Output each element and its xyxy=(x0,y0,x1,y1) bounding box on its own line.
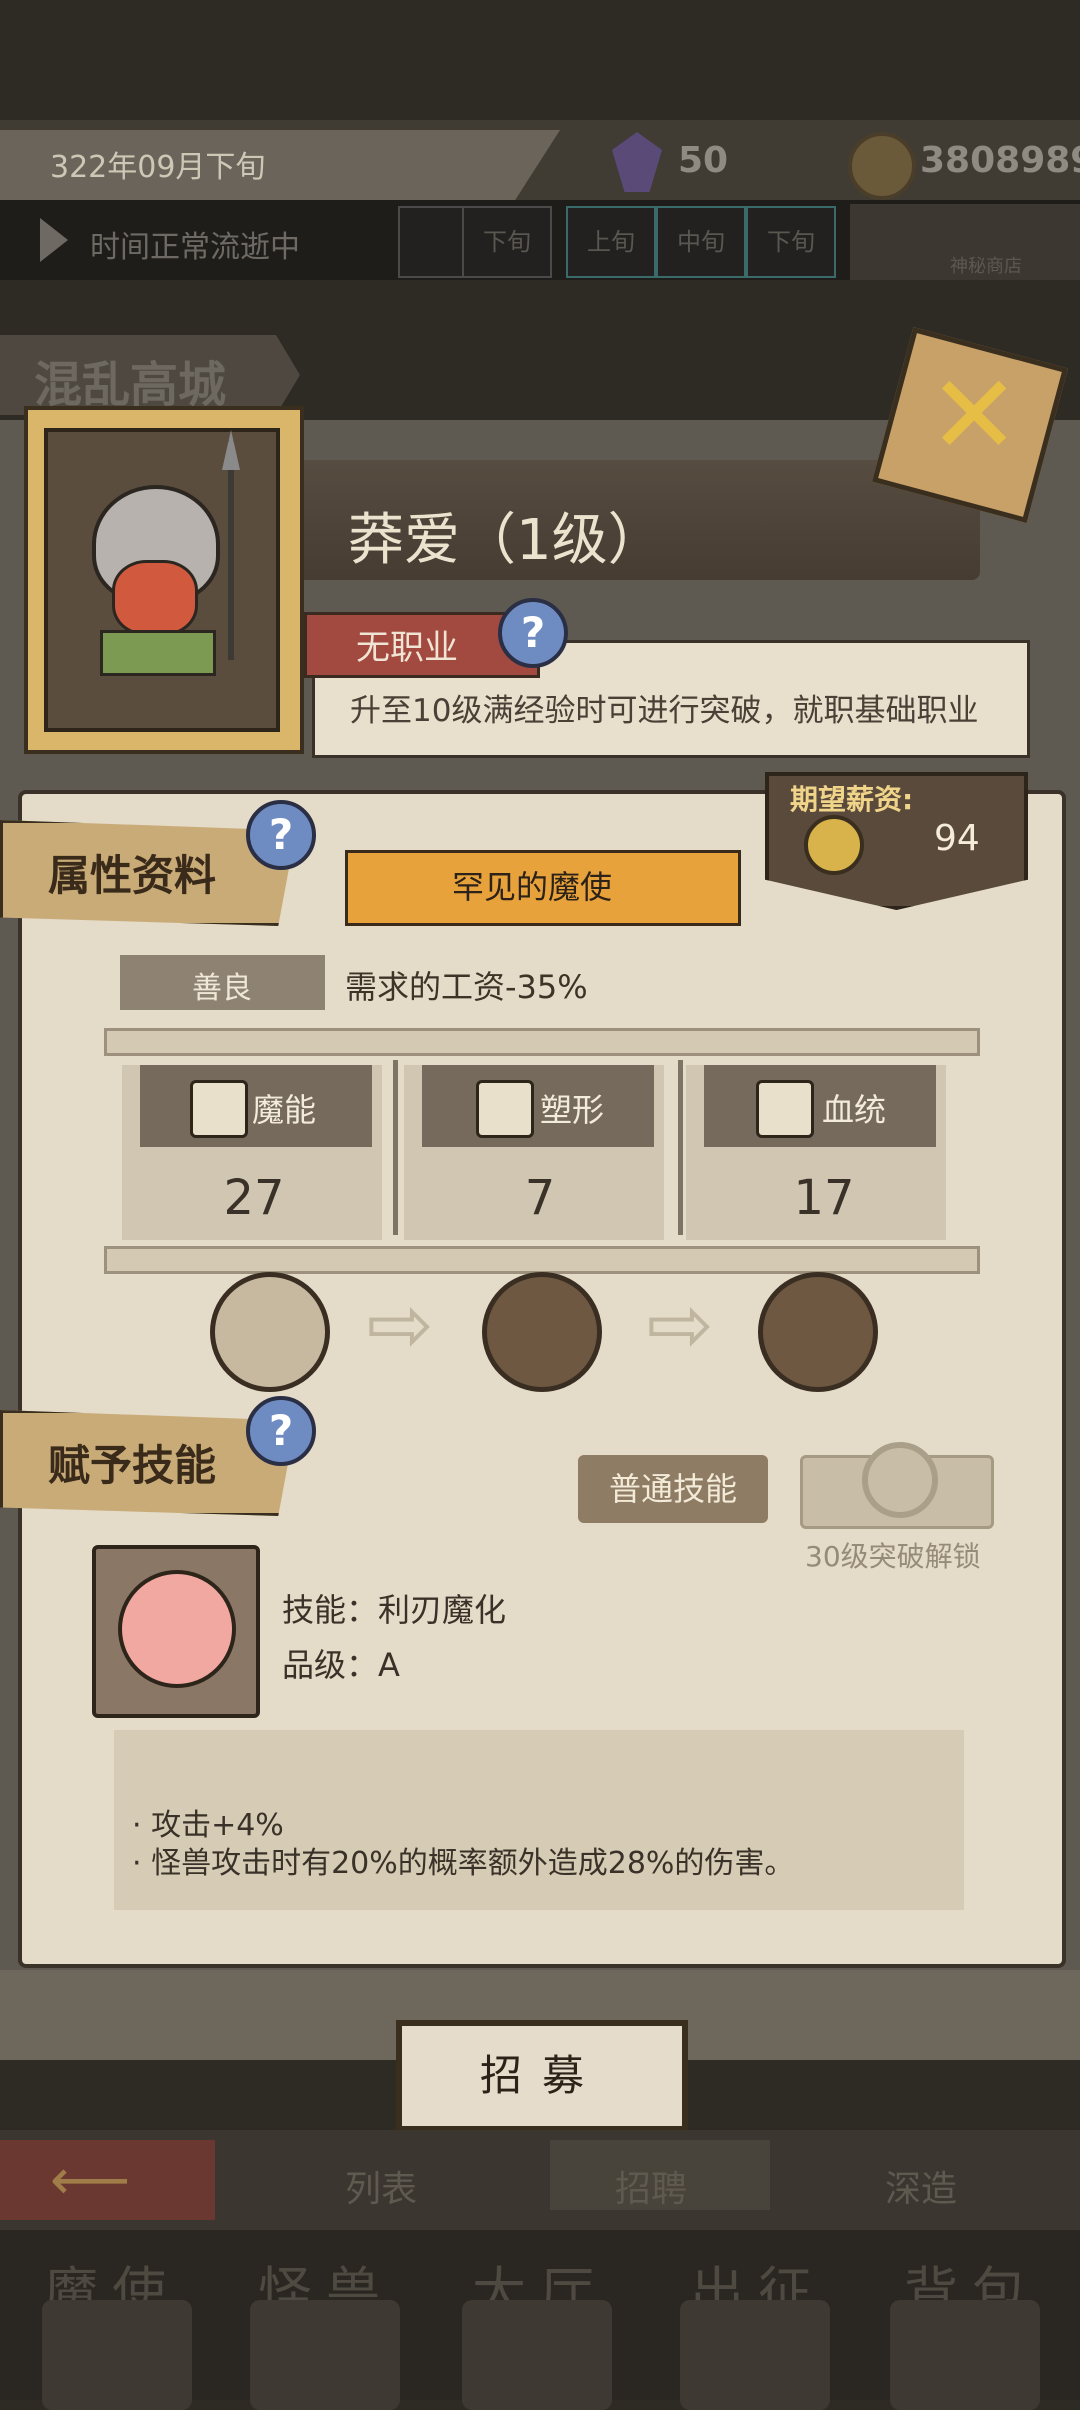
bag-icon[interactable] xyxy=(890,2300,1040,2410)
back-arrow-icon[interactable]: ⟵ xyxy=(50,2148,130,2213)
gold-coin-icon xyxy=(848,132,916,200)
trait-name: 善良 xyxy=(192,971,252,1006)
gold-count: 3808989 xyxy=(920,140,1080,181)
period-btn-late[interactable]: 下旬 xyxy=(746,206,836,278)
evolution-stage-3-locked[interactable] xyxy=(758,1272,878,1392)
stat-rail-bottom xyxy=(104,1246,980,1274)
stat-separator xyxy=(678,1060,683,1235)
monster-icon[interactable] xyxy=(250,2300,400,2410)
unlock-hint: 30级突破解锁 xyxy=(805,1540,981,1573)
normal-skill-tab[interactable]: 普通技能 xyxy=(578,1455,768,1523)
salary-label: 期望薪资: xyxy=(790,783,914,816)
skill-grade: 品级：A xyxy=(282,1646,400,1684)
stat-name-shape: 塑形 xyxy=(540,1091,605,1129)
recruit-button[interactable]: 招募 xyxy=(396,2020,688,2132)
period-btn-a2[interactable]: 下旬 xyxy=(462,206,552,278)
close-icon[interactable]: ✕ xyxy=(928,360,1020,470)
evolution-stage-2-locked[interactable] xyxy=(482,1272,602,1392)
shape-icon xyxy=(476,1080,534,1138)
stat-rail-top xyxy=(104,1028,980,1056)
spear-tip xyxy=(222,430,240,470)
tab-list[interactable]: 列表 xyxy=(345,2160,417,2212)
salary-value: 94 xyxy=(934,818,980,859)
stat-name-magic: 魔能 xyxy=(252,1091,317,1129)
bloodline-icon xyxy=(756,1080,814,1138)
tab-recruit[interactable]: 招聘 xyxy=(615,2160,687,2212)
stat-value-shape: 7 xyxy=(524,1170,556,1226)
expedition-icon[interactable] xyxy=(680,2300,830,2410)
skill-name: 技能：利刃魔化 xyxy=(282,1591,507,1629)
gem-count: 50 xyxy=(678,140,729,181)
demon-envoy-icon[interactable] xyxy=(42,2300,192,2410)
blade-demon-icon xyxy=(118,1570,236,1688)
monster-face xyxy=(112,560,198,636)
date-label: 322年09月下旬 xyxy=(50,150,266,185)
trait-effect: 需求的工资-35% xyxy=(345,968,588,1006)
stat-header-bloodline xyxy=(704,1065,936,1147)
monster-skirt xyxy=(100,630,216,676)
hall-icon[interactable] xyxy=(462,2300,612,2410)
time-flow-status: 时间正常流逝中 xyxy=(90,230,300,265)
magic-icon xyxy=(190,1080,248,1138)
job-help-icon[interactable]: ? xyxy=(498,598,568,668)
stat-value-magic: 27 xyxy=(223,1170,285,1226)
evolution-stage-1[interactable] xyxy=(210,1272,330,1392)
stat-value-bloodline: 17 xyxy=(793,1170,855,1226)
skills-help-icon[interactable]: ? xyxy=(246,1396,316,1466)
attributes-help-icon[interactable]: ? xyxy=(246,800,316,870)
play-icon[interactable] xyxy=(40,218,68,262)
lock-icon xyxy=(862,1442,938,1518)
tab-advanced-study[interactable]: 深造 xyxy=(885,2160,957,2212)
stat-header-shape xyxy=(422,1065,654,1147)
job-label: 无职业 xyxy=(356,628,458,668)
attributes-section-title: 属性资料 xyxy=(48,851,217,900)
arrow-right-icon: ⇨ xyxy=(366,1278,434,1371)
skills-section-title: 赋予技能 xyxy=(48,1441,217,1490)
area-name: 混乱高城 xyxy=(34,357,227,413)
period-btn-mid[interactable]: 中旬 xyxy=(656,206,746,278)
stat-name-bloodline: 血统 xyxy=(822,1091,887,1129)
skill-effect-line: · 怪兽攻击时有20%的概率额外造成28%的伤害。 xyxy=(132,1846,795,1881)
arrow-right-icon: ⇨ xyxy=(646,1278,714,1371)
rarity-label: 罕见的魔使 xyxy=(452,868,613,906)
spear-shaft xyxy=(228,440,234,660)
period-btn-early[interactable]: 上旬 xyxy=(566,206,656,278)
monster-name: 莽爱（1级） xyxy=(348,508,664,573)
mystery-shop-label: 神秘商店 xyxy=(950,256,1022,277)
stat-separator xyxy=(393,1060,398,1235)
job-description: 升至10级满经验时可进行突破，就职基础职业 xyxy=(350,693,979,729)
coin-icon xyxy=(804,815,864,875)
